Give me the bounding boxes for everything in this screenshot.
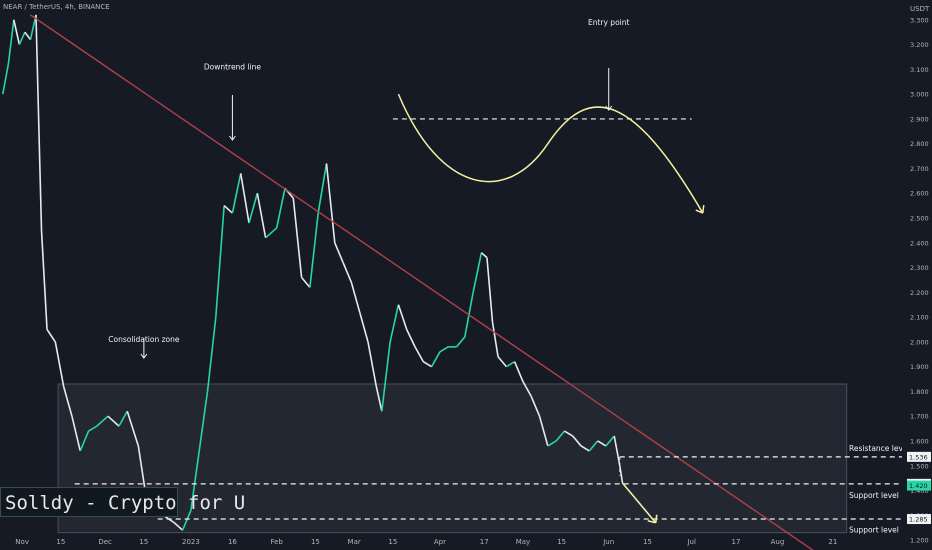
y-tick-label: 2.700	[910, 165, 929, 173]
x-tick-label: Mar	[348, 538, 361, 546]
price-segment	[342, 262, 353, 283]
price-segment	[265, 227, 278, 239]
price-segment	[215, 205, 225, 318]
x-tick-label: 21	[828, 538, 837, 546]
x-tick-label: Jul	[686, 538, 696, 546]
price-segment	[414, 346, 425, 363]
price-segment	[248, 193, 259, 224]
x-tick-label: Apr	[434, 538, 446, 546]
y-axis-unit: USDT	[910, 5, 930, 13]
price-segment	[231, 173, 242, 214]
price-segment	[334, 242, 344, 263]
author-watermark: Solldy - Crypto for U	[0, 487, 245, 517]
x-tick-label: Dec	[98, 538, 112, 546]
price-segment	[486, 257, 494, 323]
y-tick-label: 2.600	[910, 190, 929, 198]
annotation-label: Entry point	[588, 18, 630, 27]
price-segment	[389, 304, 400, 343]
price-segment	[46, 329, 57, 343]
price-segment	[256, 193, 267, 238]
annotation-label: Support level	[849, 526, 899, 535]
price-segment	[292, 198, 303, 278]
price-segment	[513, 361, 524, 382]
price-segment	[505, 361, 516, 368]
y-tick-label: 1.700	[910, 413, 929, 421]
price-segment	[439, 346, 449, 353]
price-segment	[397, 304, 408, 330]
y-tick-label: 3.200	[910, 41, 929, 49]
y-tick-label: 2.100	[910, 314, 929, 322]
downtrend-arrow	[229, 95, 236, 141]
price-segment	[358, 311, 369, 343]
x-tick-label: 16	[228, 538, 237, 546]
y-tick-label: 1.600	[910, 437, 929, 445]
entry-point-arrow	[605, 68, 613, 111]
price-segment	[491, 321, 499, 357]
price-segment	[309, 212, 319, 288]
symbol-header: NEAR / TetherUS, 4h, BINANCE	[3, 3, 110, 11]
price-segment	[350, 282, 361, 313]
x-tick-label: Jun	[602, 538, 614, 546]
price-segment	[35, 14, 43, 231]
price-segment	[7, 19, 15, 65]
y-tick-label: 3.300	[910, 16, 929, 24]
y-tick-label: 2.900	[910, 115, 929, 123]
y-tick-label: 1.900	[910, 363, 929, 371]
price-segment	[367, 341, 378, 387]
annotation-label: Downtrend line	[204, 62, 262, 71]
price-segment	[54, 341, 65, 387]
y-tick-label: 1.800	[910, 388, 929, 396]
x-tick-label: Feb	[270, 538, 283, 546]
x-tick-label: 15	[56, 538, 65, 546]
price-segment	[239, 173, 250, 224]
price-segment	[24, 31, 32, 41]
price-segment	[455, 336, 466, 348]
price-segment	[300, 276, 311, 288]
price-segment	[275, 188, 286, 229]
price-segment	[406, 329, 416, 348]
price-segment	[430, 351, 441, 368]
x-tick-label: Aug	[771, 538, 785, 546]
x-tick-label: 17	[480, 538, 489, 546]
price-segment	[1, 64, 10, 95]
x-tick-label: 15	[311, 538, 320, 546]
annotation-label: Resistance level	[849, 444, 910, 453]
price-segment	[18, 31, 26, 45]
y-tick-label: 2.800	[910, 140, 929, 148]
price-label-text: 1.420	[909, 482, 928, 490]
price-segment	[40, 230, 48, 330]
price-segment	[206, 317, 217, 392]
x-tick-label: 15	[388, 538, 397, 546]
x-tick-label: 15	[643, 538, 652, 546]
x-tick-label: Nov	[15, 538, 29, 546]
price-segment	[497, 356, 507, 368]
y-tick-label: 2.400	[910, 239, 929, 247]
y-tick-label: 3.000	[910, 91, 929, 99]
x-tick-label: 17	[732, 538, 741, 546]
price-segment	[325, 163, 336, 243]
y-tick-label: 2.300	[910, 264, 929, 272]
annotation-label: Support level	[849, 491, 899, 500]
price-segment	[480, 252, 488, 259]
y-tick-label: 1.200	[910, 537, 929, 545]
y-tick-label: 1.500	[910, 462, 929, 470]
x-tick-label: May	[516, 538, 530, 546]
x-tick-label: 15	[557, 538, 566, 546]
price-segment	[223, 205, 233, 214]
x-tick-label: 15	[139, 538, 148, 546]
y-tick-label: 3.100	[910, 66, 929, 74]
y-tick-label: 2.200	[910, 289, 929, 297]
y-tick-label: 2.000	[910, 338, 929, 346]
price-label-text: 1.536	[909, 453, 928, 461]
price-label-text: 1.285	[909, 516, 928, 524]
price-chart: Entry pointDowntrend lineConsolidation z…	[1, 0, 932, 550]
x-tick-label: 2023	[182, 538, 200, 546]
entry-curve	[397, 93, 704, 214]
price-segment	[317, 163, 328, 214]
price-segment	[13, 19, 21, 45]
y-tick-label: 2.500	[910, 215, 929, 223]
price-segment	[422, 361, 433, 368]
price-segment	[472, 252, 483, 293]
